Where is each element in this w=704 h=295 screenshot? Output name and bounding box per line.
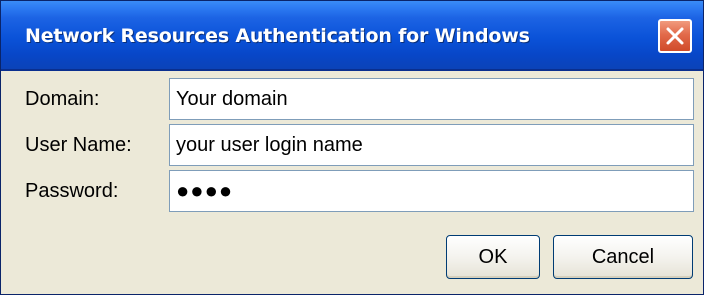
domain-label: Domain: — [25, 88, 100, 110]
close-button[interactable] — [658, 19, 692, 53]
password-label: Password: — [25, 180, 119, 202]
dialog-content: Domain: User Name: Password: ●●●● OK Can… — [1, 71, 703, 294]
domain-field[interactable] — [169, 78, 694, 120]
cancel-button[interactable]: Cancel — [553, 235, 693, 279]
password-field[interactable]: ●●●● — [169, 170, 694, 212]
title-bar[interactable]: Network Resources Authentication for Win… — [1, 1, 703, 71]
close-icon — [666, 27, 684, 45]
auth-dialog: Network Resources Authentication for Win… — [0, 0, 704, 295]
window-title: Network Resources Authentication for Win… — [25, 25, 530, 47]
password-masked-value: ●●●● — [176, 178, 234, 203]
username-field[interactable] — [169, 124, 694, 166]
username-label: User Name: — [25, 134, 132, 156]
ok-button[interactable]: OK — [446, 235, 540, 279]
